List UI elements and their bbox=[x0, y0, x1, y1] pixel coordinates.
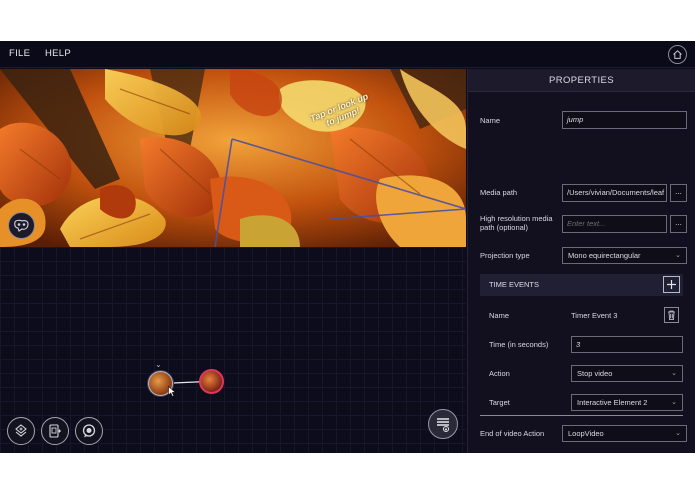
event-target-select[interactable]: Interactive Element 2 ⌄ bbox=[571, 394, 683, 411]
vr-mode-button[interactable] bbox=[8, 212, 35, 239]
chevron-down-icon: ⌄ bbox=[675, 430, 681, 437]
event-time-field[interactable]: 3 bbox=[571, 336, 683, 353]
projection-type-label: Projection type bbox=[480, 251, 530, 260]
scene-graph-canvas[interactable]: ⌄ bbox=[0, 247, 466, 453]
name-field[interactable]: jump bbox=[562, 111, 687, 129]
video-node-2[interactable] bbox=[199, 369, 224, 394]
add-element-button[interactable] bbox=[41, 417, 69, 445]
properties-panel: PROPERTIES Name jump Media path /Users/v… bbox=[467, 69, 695, 453]
chevron-down-icon[interactable]: ⌄ bbox=[155, 360, 162, 369]
node-connection-arrow bbox=[172, 378, 220, 384]
menu-bar: FILE HELP bbox=[0, 41, 695, 68]
layers-icon bbox=[437, 418, 450, 433]
event-time-value: 3 bbox=[576, 340, 581, 349]
end-of-video-label: End of video Action bbox=[480, 429, 545, 438]
media-path-label: Media path bbox=[480, 188, 518, 197]
event-action-select[interactable]: Stop video ⌄ bbox=[571, 365, 683, 382]
chevron-down-icon: ⌄ bbox=[671, 370, 677, 377]
delete-event-button[interactable] bbox=[664, 307, 679, 323]
layers-button[interactable] bbox=[428, 409, 458, 439]
hires-placeholder: Enter text... bbox=[567, 219, 606, 228]
hires-path-field[interactable]: Enter text... bbox=[562, 215, 667, 233]
time-events-header: TIME EVENTS bbox=[480, 274, 683, 296]
home-button[interactable] bbox=[668, 45, 687, 64]
home-icon bbox=[673, 50, 682, 59]
name-field-value: jump bbox=[567, 115, 584, 124]
event-name-label: Name bbox=[489, 311, 510, 320]
plus-icon bbox=[667, 280, 676, 289]
browse-media-button[interactable]: ... bbox=[670, 184, 687, 202]
app-window: FILE HELP Tap or look up to jump! ⌄ PROP… bbox=[0, 41, 695, 453]
end-of-video-select[interactable]: LoopVideo ⌄ bbox=[562, 425, 687, 442]
add-element-icon bbox=[49, 424, 61, 438]
event-target-label: Target bbox=[489, 398, 510, 407]
end-of-video-value: LoopVideo bbox=[568, 429, 604, 438]
event-name-value: Timer Event 3 bbox=[571, 311, 618, 320]
browse-hires-button[interactable]: ... bbox=[670, 215, 687, 233]
menu-file[interactable]: FILE bbox=[9, 48, 30, 59]
time-events-title: TIME EVENTS bbox=[489, 280, 540, 289]
name-label: Name bbox=[480, 116, 501, 125]
video-preview[interactable]: Tap or look up to jump! bbox=[0, 69, 466, 247]
mouse-cursor-icon bbox=[168, 386, 176, 397]
hires-label-line-2: path (optional) bbox=[480, 223, 528, 232]
add-scene-button[interactable] bbox=[7, 417, 35, 445]
add-time-event-button[interactable] bbox=[663, 276, 680, 293]
event-time-label: Time (in seconds) bbox=[489, 340, 549, 349]
chevron-down-icon: ⌄ bbox=[675, 252, 681, 259]
event-action-value: Stop video bbox=[577, 369, 613, 378]
event-target-value: Interactive Element 2 bbox=[577, 398, 648, 407]
trash-icon bbox=[668, 310, 675, 320]
projection-type-select[interactable]: Mono equirectangular ⌄ bbox=[562, 247, 687, 264]
hires-label-line-1: High resolution media bbox=[480, 214, 553, 223]
projection-type-value: Mono equirectangular bbox=[568, 251, 641, 260]
hires-path-label: High resolution media path (optional) bbox=[480, 214, 553, 232]
chevron-down-icon: ⌄ bbox=[671, 399, 677, 406]
add-scene-icon bbox=[15, 424, 27, 437]
media-path-field[interactable]: /Users/vivian/Documents/leaf bbox=[562, 184, 667, 202]
add-comment-button[interactable] bbox=[75, 417, 103, 445]
panel-title: PROPERTIES bbox=[468, 69, 695, 92]
vr-headset-icon bbox=[14, 219, 29, 232]
menu-help[interactable]: HELP bbox=[45, 48, 71, 59]
autumn-leaves-scene bbox=[0, 69, 466, 247]
event-action-label: Action bbox=[489, 369, 510, 378]
chat-bubble-icon bbox=[82, 424, 96, 438]
